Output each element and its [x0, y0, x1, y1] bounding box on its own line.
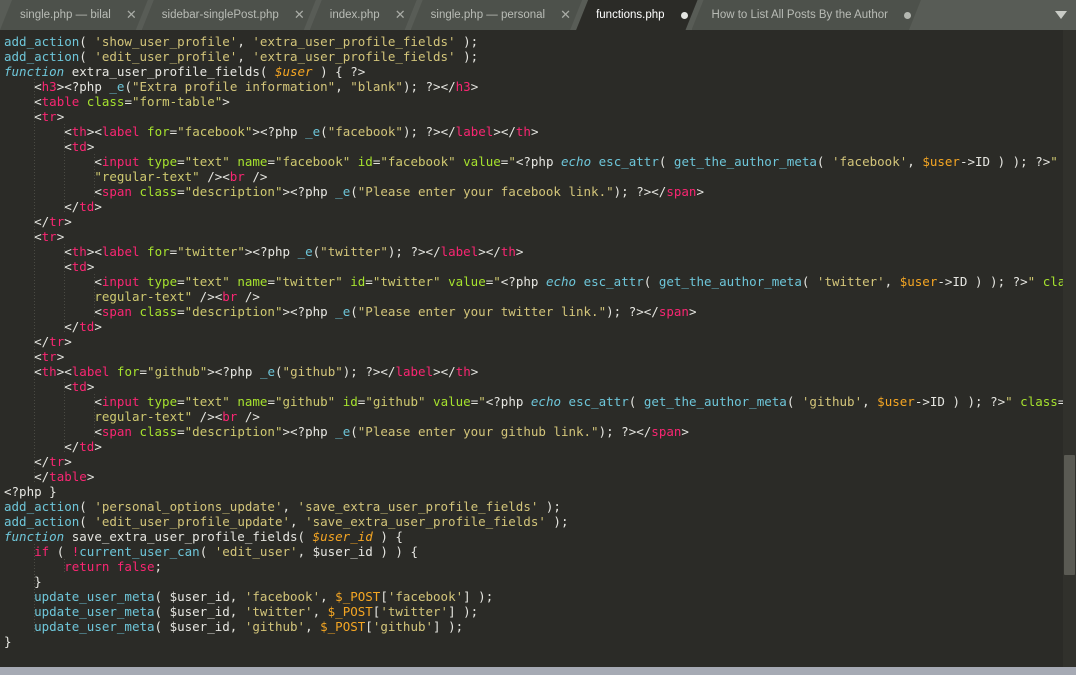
- code-line[interactable]: </td>: [0, 319, 1076, 334]
- tab-label: functions.php: [596, 9, 665, 21]
- tab-label: index.php: [329, 9, 380, 21]
- code-line[interactable]: </table>: [0, 469, 1076, 484]
- code-line[interactable]: regular-text" /><br />: [0, 289, 1076, 304]
- code-line[interactable]: <input type="text" name="github" id="git…: [0, 394, 1076, 409]
- code-line[interactable]: if ( !current_user_can( 'edit_user', $us…: [0, 544, 1076, 559]
- code-line[interactable]: function extra_user_profile_fields( $use…: [0, 64, 1076, 79]
- tab-bar: single.php — bilal ✕ sidebar-singlePost.ph…: [0, 0, 1076, 30]
- code-line[interactable]: regular-text" /><br />: [0, 409, 1076, 424]
- code-editor-pane[interactable]: add_action( 'show_user_profile', 'extra_…: [0, 30, 1076, 667]
- tab-label: single.php — bilal: [20, 9, 111, 21]
- tab-active-4[interactable]: functions.php: [576, 0, 697, 30]
- code-content[interactable]: add_action( 'show_user_profile', 'extra_…: [0, 30, 1076, 649]
- code-line[interactable]: </td>: [0, 199, 1076, 214]
- code-line[interactable]: add_action( 'show_user_profile', 'extra_…: [0, 34, 1076, 49]
- tab-overflow-dropdown-button[interactable]: [1046, 0, 1076, 30]
- vertical-scrollbar-thumb[interactable]: [1064, 455, 1075, 575]
- code-line[interactable]: </tr>: [0, 214, 1076, 229]
- code-line[interactable]: }: [0, 574, 1076, 589]
- code-line[interactable]: <th><label for="facebook"><?php _e("face…: [0, 124, 1076, 139]
- tab-inactive-0[interactable]: single.php — bilal ✕: [0, 0, 148, 30]
- code-line[interactable]: add_action( 'edit_user_profile', 'extra_…: [0, 49, 1076, 64]
- code-line[interactable]: add_action( 'edit_user_profile_update', …: [0, 514, 1076, 529]
- code-line[interactable]: function save_extra_user_profile_fields(…: [0, 529, 1076, 544]
- tab-inactive-3[interactable]: single.php — personal ✕: [411, 0, 582, 30]
- code-line[interactable]: <table class="form-table">: [0, 94, 1076, 109]
- code-line[interactable]: <td>: [0, 259, 1076, 274]
- code-line[interactable]: <tr>: [0, 349, 1076, 364]
- close-icon[interactable]: ✕: [559, 9, 572, 22]
- unsaved-changes-dot-icon[interactable]: [904, 12, 911, 19]
- code-line[interactable]: <input type="text" name="twitter" id="tw…: [0, 274, 1076, 289]
- code-line[interactable]: update_user_meta( $user_id, 'twitter', $…: [0, 604, 1076, 619]
- tab-inactive-2[interactable]: index.php ✕: [310, 0, 417, 30]
- code-line[interactable]: <th><label for="twitter"><?php _e("twitt…: [0, 244, 1076, 259]
- code-line[interactable]: update_user_meta( $user_id, 'facebook', …: [0, 589, 1076, 604]
- code-line[interactable]: <td>: [0, 139, 1076, 154]
- vertical-scrollbar-track[interactable]: [1063, 30, 1076, 667]
- code-line[interactable]: return false;: [0, 559, 1076, 574]
- code-line[interactable]: "regular-text" /><br />: [0, 169, 1076, 184]
- code-line[interactable]: <th><label for="github"><?php _e("github…: [0, 364, 1076, 379]
- code-line[interactable]: <span class="description"><?php _e("Plea…: [0, 184, 1076, 199]
- status-bar: [0, 667, 1076, 675]
- tab-strip: single.php — bilal ✕ sidebar-singlePost.ph…: [0, 0, 915, 30]
- code-line[interactable]: </tr>: [0, 334, 1076, 349]
- tab-label: How to List All Posts By the Author: [711, 9, 888, 21]
- code-line[interactable]: add_action( 'personal_options_update', '…: [0, 499, 1076, 514]
- close-icon[interactable]: ✕: [394, 9, 407, 22]
- code-line[interactable]: <span class="description"><?php _e("Plea…: [0, 304, 1076, 319]
- code-line[interactable]: <?php }: [0, 484, 1076, 499]
- code-line[interactable]: <span class="description"><?php _e("Plea…: [0, 424, 1076, 439]
- tab-inactive-1[interactable]: sidebar-singlePost.php ✕: [142, 0, 316, 30]
- tab-label: single.php — personal: [430, 9, 546, 21]
- tab-label: sidebar-singlePost.php: [161, 9, 279, 21]
- close-icon[interactable]: ✕: [125, 9, 138, 22]
- code-line[interactable]: }: [0, 634, 1076, 649]
- tab-inactive-5[interactable]: How to List All Posts By the Author: [692, 0, 921, 30]
- code-line[interactable]: </tr>: [0, 454, 1076, 469]
- code-line[interactable]: update_user_meta( $user_id, 'github', $_…: [0, 619, 1076, 634]
- code-line[interactable]: <h3><?php _e("Extra profile information"…: [0, 79, 1076, 94]
- chevron-down-icon: [1054, 10, 1068, 20]
- code-line[interactable]: </td>: [0, 439, 1076, 454]
- code-line[interactable]: <input type="text" name="facebook" id="f…: [0, 154, 1076, 169]
- code-line[interactable]: <tr>: [0, 229, 1076, 244]
- code-line[interactable]: <td>: [0, 379, 1076, 394]
- close-icon[interactable]: ✕: [293, 9, 306, 22]
- code-line[interactable]: <tr>: [0, 109, 1076, 124]
- unsaved-changes-dot-icon[interactable]: [681, 12, 688, 19]
